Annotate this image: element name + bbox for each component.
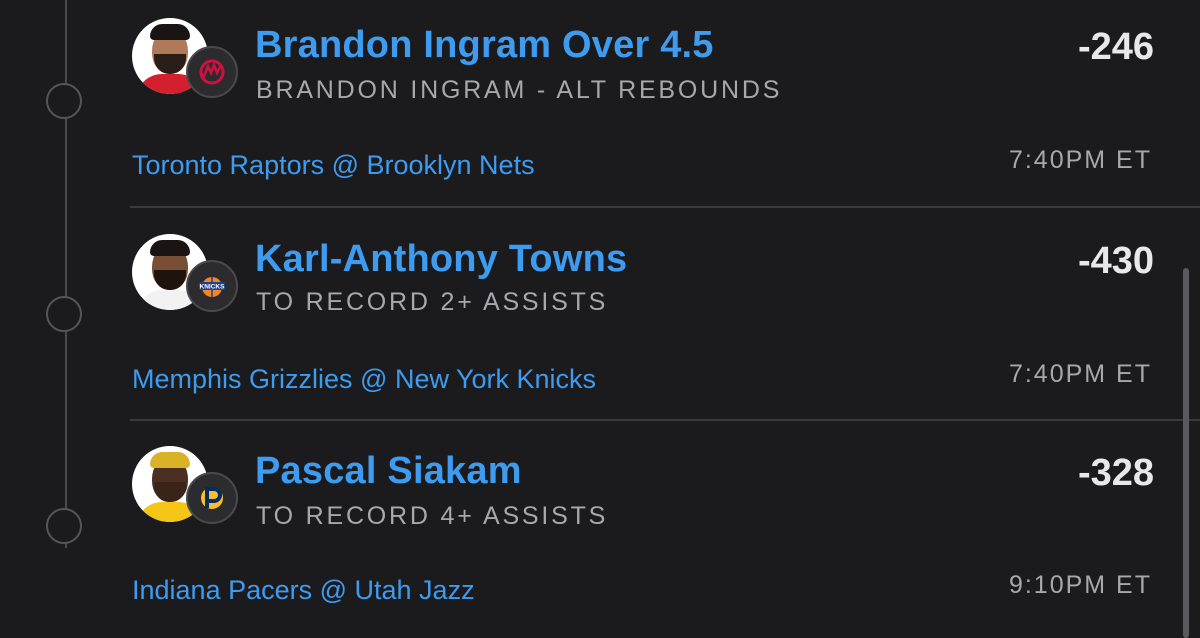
selection-title: Brandon Ingram Over 4.5 xyxy=(255,24,714,66)
leg-status-circle xyxy=(46,83,82,119)
game-time: 7:40PM ET xyxy=(1008,146,1152,174)
leg-status-circle xyxy=(46,296,82,332)
leg-divider xyxy=(130,206,1200,208)
game-time: 9:10PM ET xyxy=(1008,571,1152,599)
leg-divider xyxy=(130,419,1200,421)
selection-title: Karl-Anthony Towns xyxy=(255,238,628,280)
market-name: TO RECORD 2+ ASSISTS xyxy=(256,288,609,316)
game-matchup-link[interactable]: Memphis Grizzlies @ New York Knicks xyxy=(132,364,596,395)
bet-leg[interactable]: Brandon Ingram Over 4.5 BRANDON INGRAM -… xyxy=(0,0,1200,212)
odds-value: -430 xyxy=(1077,240,1154,282)
leg-status-circle xyxy=(46,508,82,544)
game-matchup-link[interactable]: Indiana Pacers @ Utah Jazz xyxy=(132,575,475,606)
pacers-logo-icon xyxy=(186,472,238,524)
odds-value: -328 xyxy=(1077,452,1154,494)
knicks-logo-icon: KNICKS xyxy=(186,260,238,312)
svg-text:KNICKS: KNICKS xyxy=(200,284,226,291)
bet-leg[interactable]: KNICKS Karl-Anthony Towns TO RECORD 2+ A… xyxy=(0,212,1200,424)
market-name: TO RECORD 4+ ASSISTS xyxy=(256,502,609,530)
market-name: BRANDON INGRAM - ALT REBOUNDS xyxy=(256,76,783,104)
game-time: 7:40PM ET xyxy=(1008,360,1152,388)
odds-value: -246 xyxy=(1077,26,1154,68)
game-matchup-link[interactable]: Toronto Raptors @ Brooklyn Nets xyxy=(132,150,535,181)
raptors-logo-icon xyxy=(186,46,238,98)
bet-leg[interactable]: Pascal Siakam TO RECORD 4+ ASSISTS -328 … xyxy=(0,424,1200,636)
scrollbar[interactable] xyxy=(1183,268,1189,638)
parlay-legs-list: Brandon Ingram Over 4.5 BRANDON INGRAM -… xyxy=(0,0,1200,638)
selection-title: Pascal Siakam xyxy=(255,450,522,492)
